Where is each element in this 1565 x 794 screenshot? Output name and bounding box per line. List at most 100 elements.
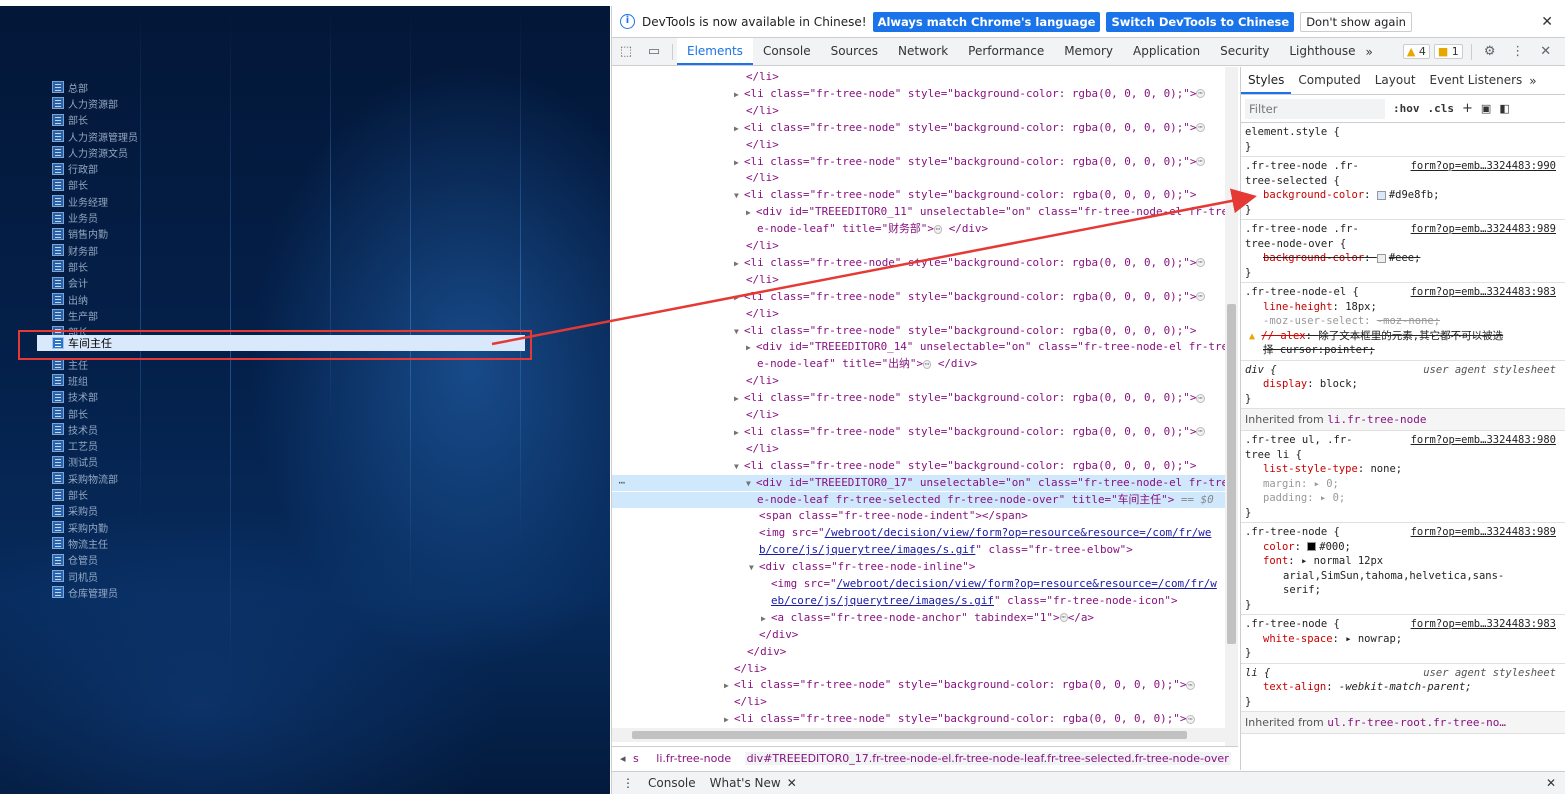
tree-item[interactable]: 出纳 (52, 291, 138, 307)
rule-tree-node-el[interactable]: .fr-tree-node-el {form?op=emb…3324483:98… (1241, 283, 1565, 361)
dom-node-line[interactable]: </li> (612, 306, 1225, 322)
tree-item[interactable]: 物流主任 (52, 535, 138, 551)
dom-node-line[interactable]: ▶ <li class="fr-tree-node" style="backgro… (612, 390, 1225, 406)
rule-source-link[interactable]: form?op=emb…3324483:983 (1411, 285, 1556, 300)
color-swatch[interactable] (1307, 542, 1317, 551)
rule-tree-node-over[interactable]: .fr-tree-node .fr-form?op=emb…3324483:98… (1241, 220, 1565, 283)
node-actions-icon[interactable]: ⋯ (612, 475, 642, 491)
color-swatch[interactable] (1376, 190, 1386, 200)
dom-node-line[interactable]: ▶ <div id="TREEEDITOR0_11" unselectable="… (612, 204, 1225, 220)
elements-vertical-scrollbar[interactable] (1225, 67, 1238, 746)
rule-tree-node-color[interactable]: .fr-tree-node {form?op=emb…3324483:989 c… (1241, 523, 1565, 615)
tree-item[interactable]: 人力资源管理员 (52, 128, 138, 144)
dom-node-line[interactable]: ▶ <a class="fr-tree-node-anchor" tabindex… (612, 610, 1225, 626)
tree-item[interactable]: 技术部 (52, 389, 138, 405)
dom-node-line[interactable]: ▼ <li class="fr-tree-node" style="backgro… (612, 187, 1225, 203)
dom-node-line[interactable]: <img src="/webroot/decision/view/form?op… (612, 525, 1225, 541)
tree-item[interactable]: 部长 (52, 177, 138, 193)
color-swatch[interactable] (1376, 253, 1386, 263)
dom-node-line[interactable]: ▼ <li class="fr-tree-node" style="backgro… (612, 323, 1225, 339)
rule-source-link[interactable]: form?op=emb…3324483:989 (1411, 525, 1556, 540)
rule-source-link[interactable]: form?op=emb…3324483:980 (1411, 433, 1556, 448)
dom-node-line[interactable]: </li> (612, 137, 1225, 153)
warnings-badge[interactable]: ▲ 4 (1402, 44, 1430, 59)
drawer-tab-whats-new[interactable]: What's New (710, 776, 781, 790)
tab-styles[interactable]: Styles (1241, 67, 1292, 94)
close-icon[interactable]: ✕ (1541, 14, 1553, 30)
tree-item[interactable]: 人力资源部 (52, 95, 138, 111)
dom-node-line[interactable]: ▶ <li class="fr-tree-node" style="backgro… (612, 711, 1225, 727)
issues-badge[interactable]: ■ 1 (1433, 44, 1463, 59)
dont-show-again-button[interactable]: Don't show again (1300, 11, 1412, 32)
device-toggle-icon[interactable]: ▭ (645, 43, 663, 61)
tab-layout[interactable]: Layout (1368, 67, 1423, 94)
tree-item[interactable]: 仓管员 (52, 552, 138, 568)
close-whats-new-icon[interactable]: ✕ (787, 776, 797, 790)
sidebar-toggle-icon[interactable]: ◧ (1499, 102, 1509, 115)
tree-item[interactable]: 采购内勤 (52, 519, 138, 535)
dom-node-line[interactable]: </li> (612, 238, 1225, 254)
rule-element-style[interactable]: element.style { } (1241, 123, 1565, 157)
dom-node-line[interactable]: ▶ <li class="fr-tree-node" style="backgro… (612, 677, 1225, 693)
dom-node-line[interactable]: ▶ <li class="fr-tree-node" style="backgro… (612, 86, 1225, 102)
dom-node-line[interactable]: </li> (612, 272, 1225, 288)
tree-item[interactable]: 工艺员 (52, 438, 138, 454)
tree-item[interactable]: 技术员 (52, 421, 138, 437)
tab-console[interactable]: Console (753, 38, 821, 65)
dom-node-line[interactable]: </div> (612, 627, 1225, 643)
rule-tree-ul-li[interactable]: .fr-tree ul, .fr-form?op=emb…3324483:980… (1241, 431, 1565, 523)
tree-item[interactable]: 司机员 (52, 568, 138, 584)
dom-node-line[interactable]: <img src="/webroot/decision/view/form?op… (612, 576, 1225, 592)
breadcrumb-left-icon[interactable]: ◂ (620, 752, 626, 765)
dom-node-line[interactable]: </li> (612, 103, 1225, 119)
rule-tree-selected[interactable]: .fr-tree-node .fr-form?op=emb…3324483:99… (1241, 157, 1565, 220)
switch-language-button[interactable]: Switch DevTools to Chinese (1106, 11, 1295, 32)
dom-node-line[interactable]: eb/core/js/jquerytree/images/s.gif" clas… (612, 593, 1225, 609)
tab-elements[interactable]: Elements (677, 38, 753, 65)
cls-toggle[interactable]: .cls (1428, 102, 1455, 115)
dom-node-line[interactable]: </div> (612, 644, 1225, 660)
dom-node-line[interactable]: e-node-leaf fr-tree-selected fr-tree-nod… (612, 491, 1225, 508)
rule-li-ua[interactable]: li {user agent stylesheet text-align: -w… (1241, 664, 1565, 712)
dom-node-line[interactable]: ▶ <li class="fr-tree-node" style="backgro… (612, 424, 1225, 440)
dom-node-line[interactable]: ▶ <div id="TREEEDITOR0_14" unselectable="… (612, 339, 1225, 355)
tree-item[interactable]: 会计 (52, 275, 138, 291)
tree-item[interactable]: 测试员 (52, 454, 138, 470)
elements-horizontal-scrollbar[interactable] (612, 728, 1225, 742)
dom-node-line[interactable]: </li> (612, 661, 1225, 677)
tree-item[interactable]: 人力资源文员 (52, 144, 138, 160)
more-tabs-icon[interactable]: » (1366, 45, 1373, 59)
rule-source-link[interactable]: form?op=emb…3324483:989 (1411, 222, 1556, 237)
tab-computed[interactable]: Computed (1291, 67, 1367, 94)
dom-node-line[interactable]: e-node-leaf" title="财务部"> ⋯ </div> (612, 221, 1225, 237)
drawer-menu-icon[interactable]: ⋮ (622, 776, 634, 790)
new-rule-icon[interactable]: + (1462, 101, 1473, 116)
close-drawer-icon[interactable]: ✕ (1546, 776, 1556, 790)
tab-network[interactable]: Network (888, 38, 958, 65)
tree-item[interactable]: 部长 (52, 112, 138, 128)
tree-item[interactable]: 财务部 (52, 242, 138, 258)
tab-memory[interactable]: Memory (1054, 38, 1123, 65)
kebab-menu-icon[interactable]: ⋮ (1509, 43, 1527, 61)
tree-item[interactable]: 生产部 (52, 307, 138, 323)
dom-node-line[interactable]: ▼ <div id="TREEEDITOR0_17" unselectable="… (612, 474, 1225, 491)
breadcrumb-prefix[interactable]: s (633, 752, 639, 765)
tree-item[interactable]: 业务经理 (52, 193, 138, 209)
tree-item[interactable]: 部长 (52, 258, 138, 274)
inspect-icon[interactable]: ⬚ (617, 43, 635, 61)
dom-node-line[interactable]: ▼ <li class="fr-tree-node" style="backgro… (612, 458, 1225, 474)
tree-item[interactable]: 班组 (52, 372, 138, 388)
tab-lighthouse[interactable]: Lighthouse (1279, 38, 1365, 65)
breadcrumb-item-div[interactable]: div#TREEEDITOR0_17.fr-tree-node-el.fr-tr… (744, 752, 1231, 765)
breadcrumb-item-li[interactable]: li.fr-tree-node (656, 752, 731, 765)
dom-node-line[interactable]: b/core/js/jquerytree/images/s.gif" class… (612, 542, 1225, 558)
dom-node-line[interactable]: ▶ <li class="fr-tree-node" style="backgro… (612, 154, 1225, 170)
dom-node-line[interactable]: </li> (612, 407, 1225, 423)
dom-node-line[interactable]: </li> (612, 69, 1225, 85)
close-devtools-icon[interactable]: ✕ (1537, 43, 1555, 61)
tab-performance[interactable]: Performance (958, 38, 1054, 65)
more-style-tabs-icon[interactable]: » (1529, 74, 1536, 88)
dom-node-line[interactable]: e-node-leaf" title="出纳"> ⋯ </div> (612, 356, 1225, 372)
tree-item[interactable]: 部长 (52, 486, 138, 502)
hov-toggle[interactable]: :hov (1393, 102, 1420, 115)
